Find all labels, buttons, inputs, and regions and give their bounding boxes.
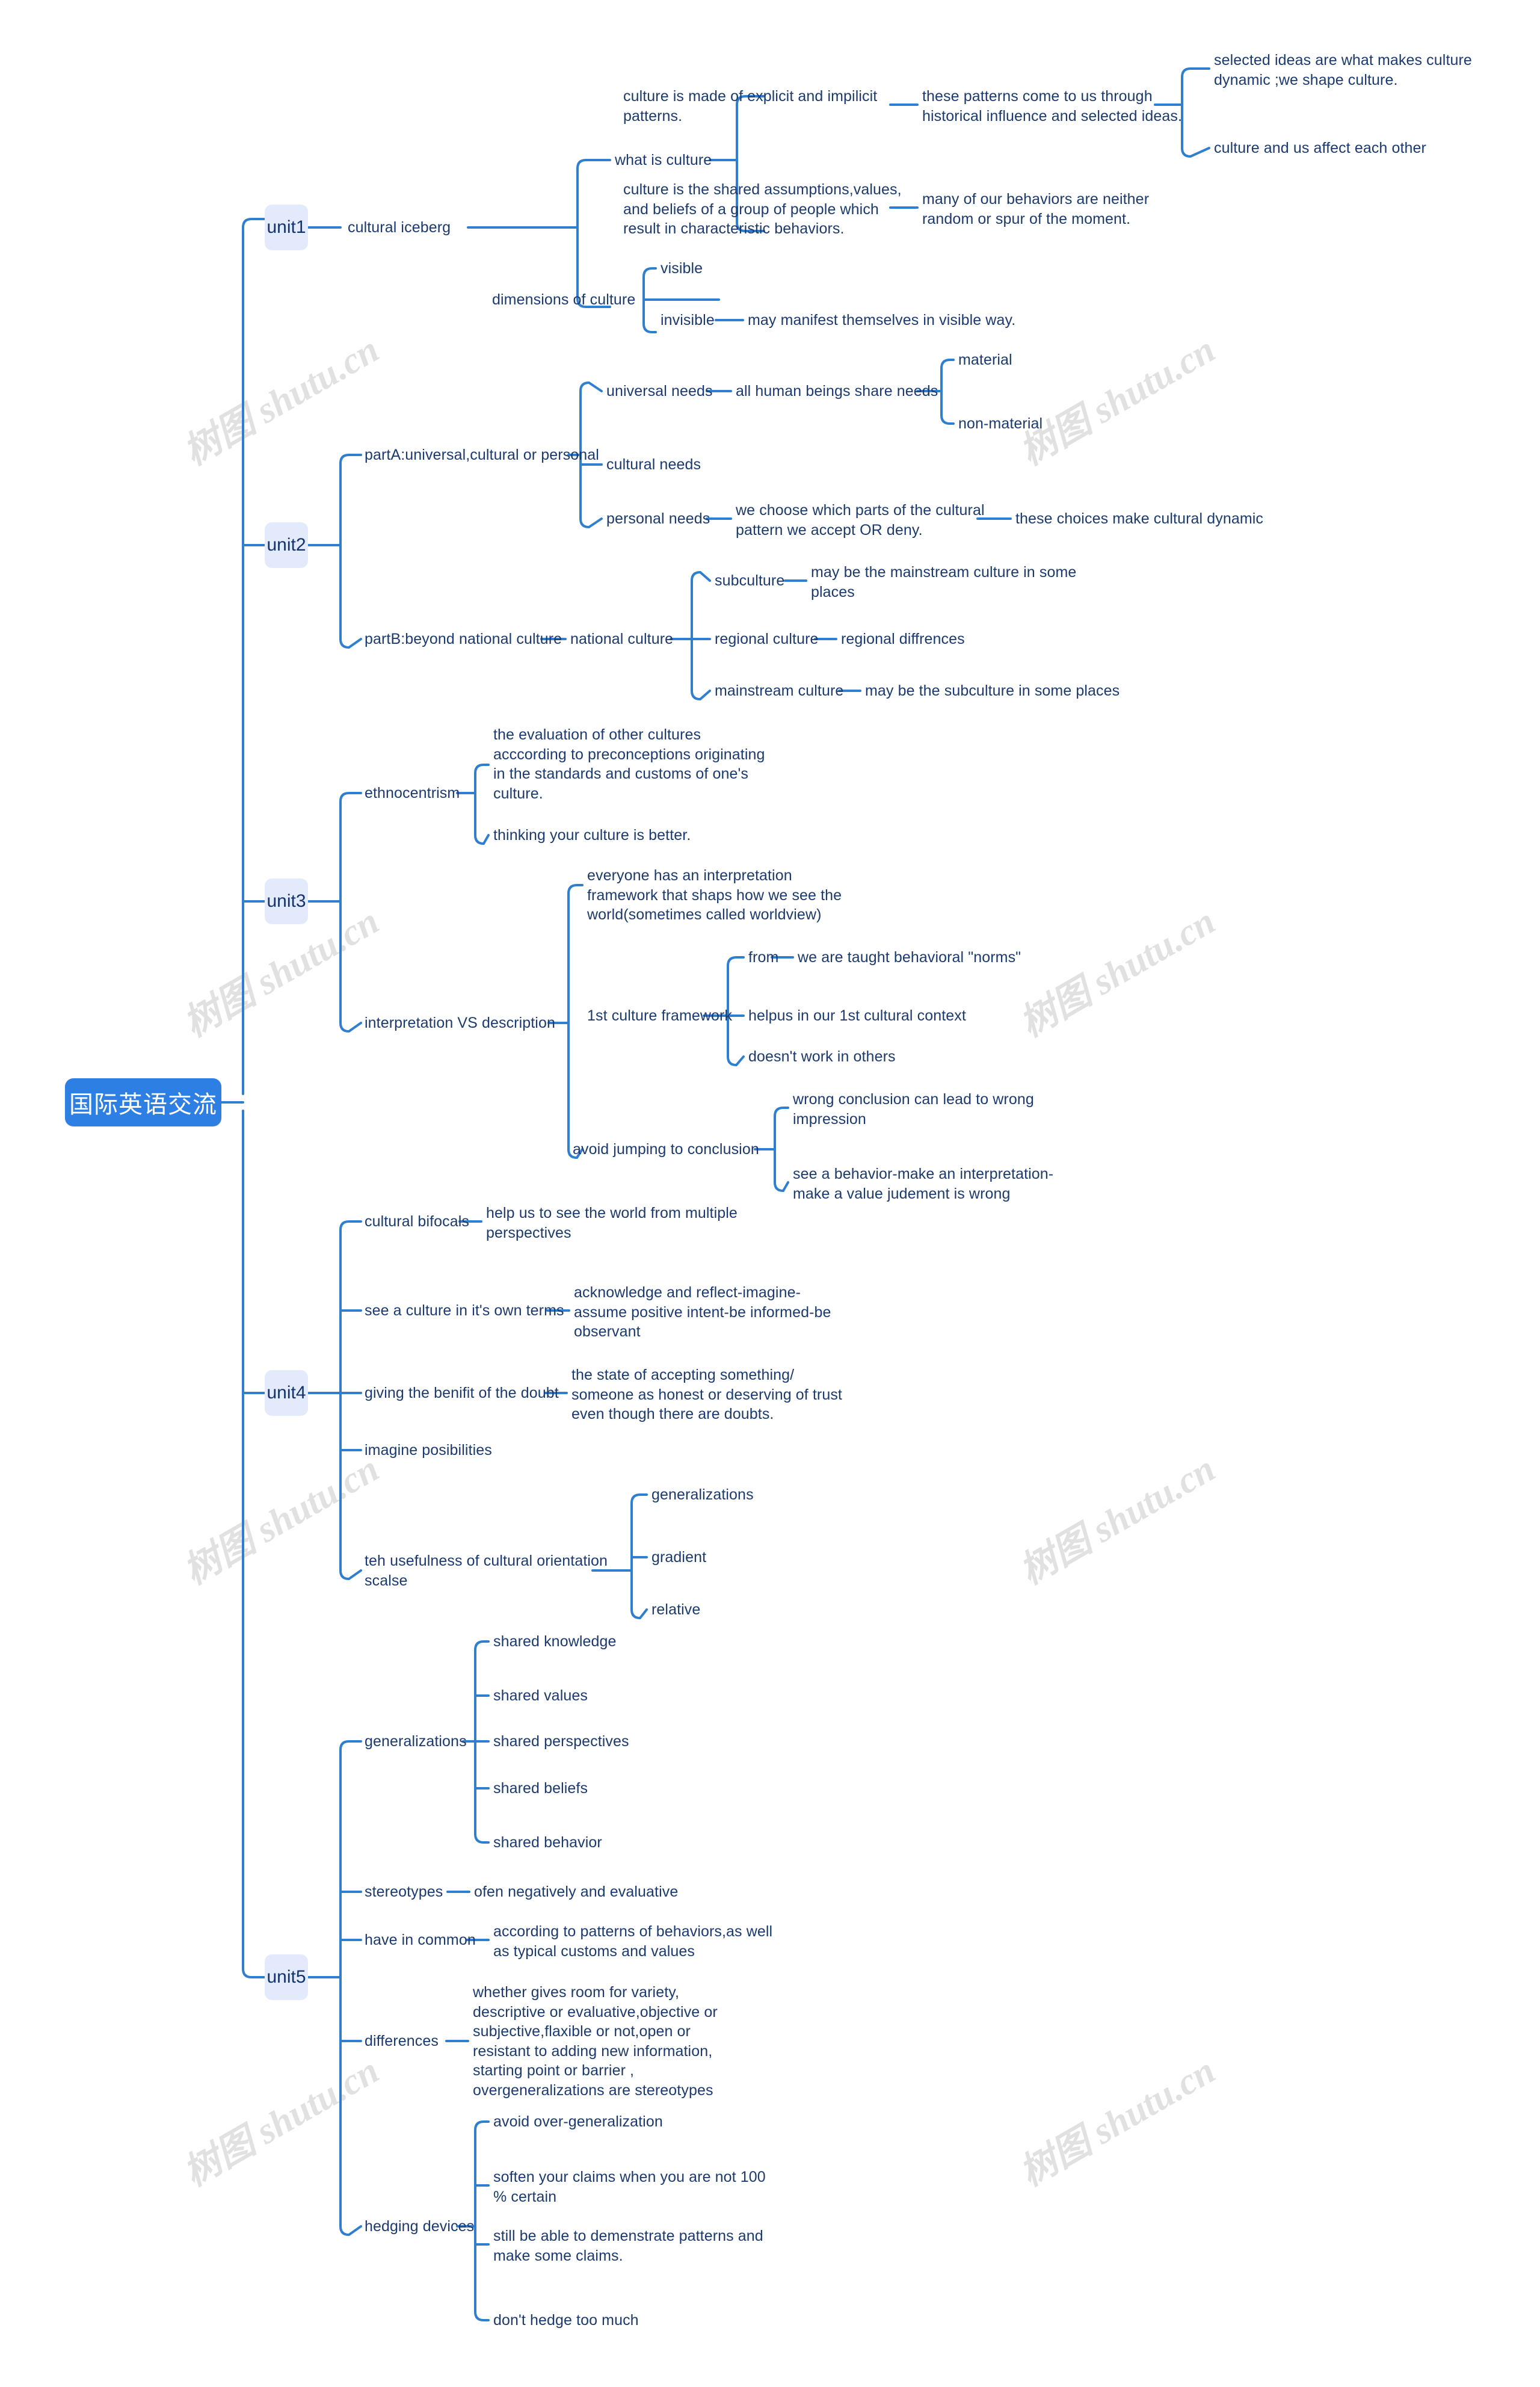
node-ethnocentrism[interactable]: ethnocentrism (365, 783, 460, 803)
unit-node-unit5[interactable]: unit5 (265, 1954, 308, 2000)
node-hedging-devices[interactable]: hedging devices (365, 2217, 474, 2237)
node-what-is-culture[interactable]: what is culture (615, 150, 712, 170)
node-sub-may-be-mainstream[interactable]: may be the mainstream culture in some pl… (811, 563, 1076, 602)
node-we-choose-parts[interactable]: we choose which parts of the cultural pa… (736, 501, 985, 540)
node-main-may-be-sub[interactable]: may be the subculture in some places (865, 681, 1120, 701)
node-regional-diffrences[interactable]: regional diffrences (841, 629, 965, 649)
node-evaluation-other-cultures[interactable]: the evaluation of other cultures acccord… (493, 725, 765, 803)
node-invisible[interactable]: invisible (661, 310, 715, 330)
node-acknowledge-reflect-imagine[interactable]: acknowledge and reflect-imagine- assume … (574, 1283, 831, 1342)
node-according-to-patterns[interactable]: according to patterns of behaviors,as we… (493, 1922, 772, 1961)
node-culture-and-us-affect[interactable]: culture and us affect each other (1214, 138, 1426, 158)
node-from[interactable]: from (748, 948, 778, 968)
edge-layer (220, 67, 1210, 2321)
node-cultural-needs[interactable]: cultural needs (606, 455, 701, 475)
node-shared-values[interactable]: shared values (493, 1686, 588, 1706)
node-culture-explicit-implicit[interactable]: culture is made of explicit and impilici… (623, 87, 877, 126)
root-node[interactable]: 国际英语交流 (65, 1078, 221, 1126)
node-avoid-over-generalization[interactable]: avoid over-generalization (493, 2112, 663, 2132)
node-regional-culture[interactable]: regional culture (715, 629, 819, 649)
node-thinking-culture-better[interactable]: thinking your culture is better. (493, 826, 691, 845)
node-material[interactable]: material (958, 350, 1012, 370)
watermark: 树图 shutu.cn (1013, 900, 1222, 1045)
mindmap-canvas: 树图 shutu.cn 树图 shutu.cn 树图 shutu.cn 树图 s… (0, 0, 1540, 2387)
node-shared-knowledge[interactable]: shared knowledge (493, 1632, 617, 1652)
node-dont-hedge-too-much[interactable]: don't hedge too much (493, 2311, 639, 2330)
node-help-see-multiple-perspectives[interactable]: help us to see the world from multiple p… (486, 1203, 738, 1243)
node-national-culture[interactable]: national culture (570, 629, 673, 649)
node-mainstream-culture[interactable]: mainstream culture (715, 681, 843, 701)
node-non-material[interactable]: non-material (958, 414, 1043, 434)
node-selected-ideas-dynamic[interactable]: selected ideas are what makes culture dy… (1214, 51, 1472, 90)
node-universal-needs[interactable]: universal needs (606, 381, 713, 401)
node-behavioral-norms[interactable]: we are taught behavioral "norms" (798, 948, 1021, 968)
unit-node-unit4[interactable]: unit4 (265, 1370, 308, 1416)
node-differences[interactable]: differences (365, 2031, 439, 2051)
node-visible[interactable]: visible (661, 259, 703, 279)
node-all-human-share-needs[interactable]: all human beings share needs (736, 381, 938, 401)
node-gradient[interactable]: gradient (651, 1548, 706, 1567)
node-cultural-bifocals[interactable]: cultural bifocals (365, 1212, 469, 1232)
node-ofen-negatively-evaluative[interactable]: ofen negatively and evaluative (474, 1882, 678, 1902)
node-dimensions-of-culture[interactable]: dimensions of culture (492, 290, 635, 310)
node-patterns-historical-influence[interactable]: these patterns come to us through histor… (922, 87, 1182, 126)
unit-node-unit3[interactable]: unit3 (265, 879, 308, 924)
watermark: 树图 shutu.cn (1013, 1448, 1222, 1593)
node-partA[interactable]: partA:universal,cultural or personal (365, 445, 599, 465)
node-generalizations-u4[interactable]: generalizations (651, 1485, 754, 1505)
node-shared-beliefs[interactable]: shared beliefs (493, 1779, 588, 1799)
node-state-of-accepting[interactable]: the state of accepting something/ someon… (571, 1365, 842, 1424)
node-behaviors-not-random[interactable]: many of our behaviors are neither random… (922, 190, 1149, 229)
node-interpretation-vs-description[interactable]: interpretation VS description (365, 1013, 555, 1033)
node-see-behavior-value-judgement[interactable]: see a behavior-make an interpretation- m… (793, 1164, 1053, 1203)
watermark: 树图 shutu.cn (1013, 329, 1222, 474)
node-wrong-conclusion-impression[interactable]: wrong conclusion can lead to wrong impre… (793, 1090, 1034, 1129)
watermark: 树图 shutu.cn (177, 1448, 386, 1593)
unit-node-unit2[interactable]: unit2 (265, 522, 308, 568)
node-relative[interactable]: relative (651, 1600, 700, 1620)
unit-node-unit1[interactable]: unit1 (265, 205, 308, 250)
node-still-demenstrate-patterns[interactable]: still be able to demenstrate patterns an… (493, 2226, 763, 2265)
node-generalizations-u5[interactable]: generalizations (365, 1732, 467, 1752)
node-avoid-jumping-to-conclusion[interactable]: avoid jumping to conclusion (573, 1140, 759, 1160)
node-1st-culture-framework[interactable]: 1st culture framework (587, 1006, 732, 1026)
node-giving-benifit-of-doubt[interactable]: giving the benifit of the doubt (365, 1383, 559, 1403)
node-shared-perspectives[interactable]: shared perspectives (493, 1732, 629, 1752)
node-culture-shared-assumptions[interactable]: culture is the shared assumptions,values… (623, 180, 902, 239)
node-doesnt-work-in-others[interactable]: doesn't work in others (748, 1047, 896, 1067)
node-personal-needs[interactable]: personal needs (606, 509, 710, 529)
node-everyone-interpretation-framework[interactable]: everyone has an interpretation framework… (587, 866, 842, 925)
node-whether-gives-room-variety[interactable]: whether gives room for variety, descript… (473, 1983, 718, 2100)
watermark: 树图 shutu.cn (177, 2049, 386, 2194)
node-cultural-iceberg[interactable]: cultural iceberg (348, 218, 451, 238)
watermark: 树图 shutu.cn (1013, 2049, 1222, 2194)
node-shared-behavior[interactable]: shared behavior (493, 1833, 602, 1853)
node-imagine-posibilities[interactable]: imagine posibilities (365, 1441, 492, 1460)
node-manifest-visible-way[interactable]: may manifest themselves in visible way. (748, 310, 1015, 330)
node-soften-claims-100-certain[interactable]: soften your claims when you are not 100 … (493, 2167, 766, 2206)
node-partB[interactable]: partB:beyond national culture (365, 629, 562, 649)
node-teh-usefulness-orientation-scalse[interactable]: teh usefulness of cultural orientation s… (365, 1551, 608, 1590)
node-helpus-1st-cultural-context[interactable]: helpus in our 1st cultural context (748, 1006, 966, 1026)
node-choices-make-dynamic[interactable]: these choices make cultural dynamic (1015, 509, 1263, 529)
node-stereotypes[interactable]: stereotypes (365, 1882, 443, 1902)
node-see-culture-own-terms[interactable]: see a culture in it's own terms (365, 1301, 564, 1321)
node-have-in-common[interactable]: have in common (365, 1930, 476, 1950)
watermark: 树图 shutu.cn (177, 329, 386, 474)
node-subculture[interactable]: subculture (715, 571, 784, 591)
